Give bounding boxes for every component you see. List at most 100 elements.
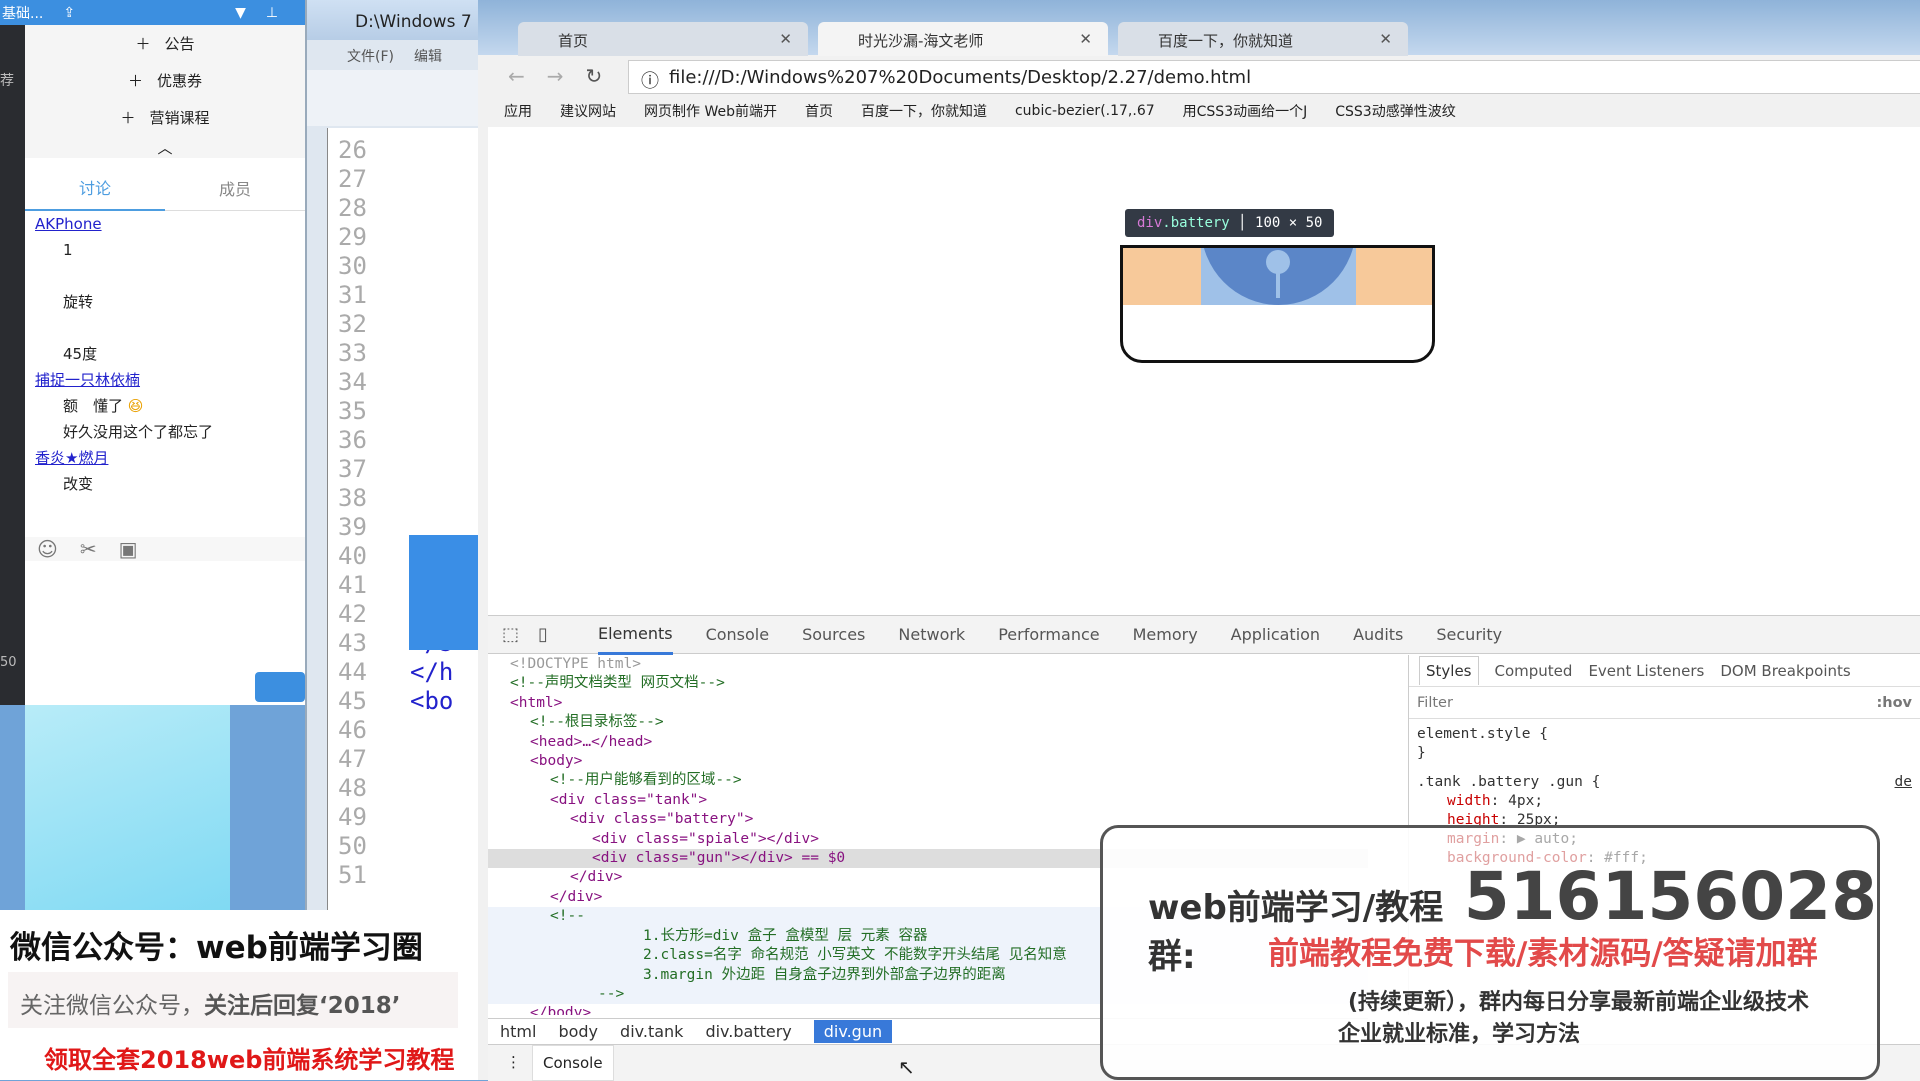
- tab-active[interactable]: 时光沙漏-海文老师 ✕: [818, 22, 1108, 56]
- image-icon[interactable]: ▣: [119, 537, 138, 561]
- line-number: 39: [338, 513, 367, 541]
- back-icon[interactable]: ←: [508, 64, 525, 88]
- styles-filter[interactable]: Filter:hov: [1409, 687, 1920, 719]
- pin-icon[interactable]: ⊥: [266, 5, 278, 21]
- bookmark[interactable]: CSS3动感弹性波纹: [1335, 101, 1455, 121]
- editor-title: D:\Windows 7: [307, 0, 480, 40]
- tab-baidu[interactable]: 百度一下，你就知道 ✕: [1118, 22, 1408, 56]
- prop-value[interactable]: ▶ auto;: [1517, 831, 1578, 847]
- tab-performance[interactable]: Performance: [998, 625, 1099, 644]
- close-icon[interactable]: ✕: [779, 30, 792, 48]
- window-title: 基础...: [2, 5, 44, 22]
- ad-line3: (持续更新），群内每日分享最新前端企业级技术: [1348, 990, 1810, 1015]
- scissors-icon[interactable]: ✂: [80, 537, 97, 561]
- dom-node[interactable]: <body>: [488, 752, 1368, 771]
- chat-message: 旋转: [63, 293, 94, 311]
- line-number: 48: [338, 774, 367, 802]
- share-icon[interactable]: ⇪: [63, 5, 75, 21]
- tab-application[interactable]: Application: [1231, 625, 1320, 644]
- bookmark[interactable]: 首页: [805, 101, 833, 121]
- tab-computed[interactable]: Computed: [1495, 662, 1573, 680]
- tab-home[interactable]: 首页 ✕: [518, 22, 808, 56]
- line-number: 41: [338, 571, 367, 599]
- line-number: 44: [338, 658, 367, 686]
- menu-item-announcement[interactable]: ＋公告: [25, 25, 305, 62]
- rule-selector[interactable]: .tank .battery .gun {: [1417, 773, 1600, 792]
- bookmark-apps[interactable]: 应用: [504, 101, 532, 121]
- promo-red: 领取全套2018web前端系统学习教程: [44, 1046, 455, 1074]
- chat-message: 额 懂了 😆: [63, 397, 144, 415]
- chat-user[interactable]: 捕捉一只林依楠: [25, 367, 305, 393]
- line-number: 28: [338, 194, 367, 222]
- device-toolbar-icon[interactable]: ▯: [538, 624, 548, 645]
- crumb-battery[interactable]: div.battery: [705, 1022, 791, 1041]
- tab-dom-breakpoints[interactable]: DOM Breakpoints: [1720, 662, 1850, 680]
- tab-elements[interactable]: Elements: [598, 615, 673, 655]
- bookmark[interactable]: 百度一下，你就知道: [861, 101, 987, 121]
- tab-discussion[interactable]: 讨论: [25, 166, 165, 211]
- send-button[interactable]: [255, 672, 305, 702]
- tab-console[interactable]: Console: [706, 625, 770, 644]
- line-number: 32: [338, 310, 367, 338]
- reload-icon[interactable]: ↻: [586, 64, 603, 88]
- tab-event-listeners[interactable]: Event Listeners: [1588, 662, 1704, 680]
- bookmarks-bar: 应用 建议网站 网页制作 Web前端开 首页 百度一下，你就知道 cubic-b…: [478, 98, 1920, 124]
- prop-value[interactable]: 4px;: [1508, 793, 1543, 809]
- dom-node[interactable]: <!DOCTYPE html>: [488, 655, 1368, 674]
- tab-memory[interactable]: Memory: [1133, 625, 1198, 644]
- line-number: 38: [338, 484, 367, 512]
- line-number: 34: [338, 368, 367, 396]
- element-style-rule[interactable]: element.style {: [1417, 725, 1912, 744]
- dom-node[interactable]: <html>: [488, 694, 1368, 713]
- collapse-icon[interactable]: ︿: [25, 136, 305, 158]
- prop-value[interactable]: #fff;: [1604, 850, 1648, 866]
- line-number: 33: [338, 339, 367, 367]
- address-bar[interactable]: ⓘ file:///D:/Windows%207%20Documents/Desk…: [628, 60, 1920, 94]
- bookmark[interactable]: 网页制作 Web前端开: [644, 101, 777, 121]
- tab-sources[interactable]: Sources: [802, 625, 865, 644]
- crumb-body[interactable]: body: [558, 1022, 598, 1041]
- forward-icon[interactable]: →: [547, 64, 564, 88]
- menu-item-coupon[interactable]: ＋优惠券: [25, 62, 305, 99]
- tab-members[interactable]: 成员: [165, 176, 305, 200]
- tab-audits[interactable]: Audits: [1353, 625, 1403, 644]
- code-line: </h: [410, 658, 454, 686]
- tab-styles[interactable]: Styles: [1419, 656, 1479, 685]
- chevron-down-icon[interactable]: ▼: [235, 5, 246, 21]
- inspect-icon[interactable]: ⬚: [502, 624, 519, 645]
- tab-security[interactable]: Security: [1436, 625, 1502, 644]
- battery-margin-highlight: [1123, 248, 1432, 305]
- line-number: 29: [338, 223, 367, 251]
- menu-edit[interactable]: 编辑: [414, 46, 442, 70]
- crumb-tank[interactable]: div.tank: [620, 1022, 683, 1041]
- dom-node[interactable]: <!--用户能够看到的区域-->: [488, 771, 1368, 790]
- info-icon[interactable]: ⓘ: [641, 67, 659, 93]
- dom-node[interactable]: <head>…</head>: [488, 733, 1368, 752]
- close-icon[interactable]: ✕: [1079, 30, 1092, 48]
- menu-item-course[interactable]: ＋营销课程: [25, 99, 305, 136]
- line-number: 51: [338, 861, 367, 889]
- drawer-tab-console[interactable]: Console: [532, 1045, 614, 1081]
- bookmark[interactable]: 建议网站: [560, 101, 616, 121]
- tab-network[interactable]: Network: [898, 625, 965, 644]
- crumb-gun[interactable]: div.gun: [813, 1020, 893, 1043]
- crumb-html[interactable]: html: [500, 1022, 536, 1041]
- prop-name[interactable]: margin: [1447, 831, 1499, 847]
- gun: [1276, 268, 1280, 298]
- bookmark[interactable]: cubic-bezier(.17,.67: [1015, 103, 1155, 119]
- chat-user[interactable]: 香炎★燃月: [25, 445, 305, 471]
- prop-name[interactable]: width: [1447, 793, 1491, 809]
- prop-name[interactable]: background-color: [1447, 850, 1587, 866]
- line-number: 43: [338, 629, 367, 657]
- close-icon[interactable]: ✕: [1379, 30, 1392, 48]
- dom-node[interactable]: <div class="tank">: [488, 791, 1368, 810]
- chat-user[interactable]: AKPhone: [25, 211, 305, 237]
- menu-file[interactable]: 文件(F): [347, 46, 394, 70]
- dom-node[interactable]: <!--声明文档类型 网页文档-->: [488, 674, 1368, 693]
- bookmark[interactable]: 用CSS3动画给一个J: [1183, 101, 1308, 121]
- hov-toggle[interactable]: :hov: [1876, 695, 1912, 711]
- emoji-icon[interactable]: ☺: [37, 537, 58, 561]
- dom-node[interactable]: <!--根目录标签-->: [488, 713, 1368, 732]
- more-icon[interactable]: ⋮: [506, 1053, 521, 1071]
- rule-source-link[interactable]: de: [1895, 773, 1912, 792]
